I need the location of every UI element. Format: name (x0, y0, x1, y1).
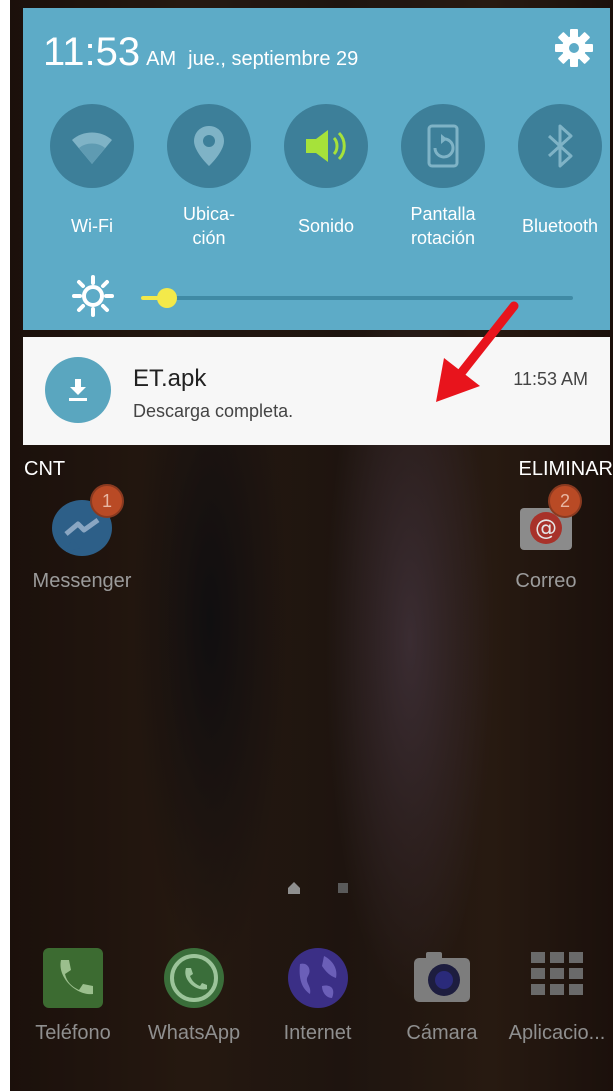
status-clock: 11:53 AM jue., septiembre 29 (43, 30, 358, 75)
annotation-arrow-icon (428, 300, 528, 415)
dock-label-whatsapp: WhatsApp (147, 1022, 241, 1044)
brightness-icon (71, 274, 115, 323)
correo-badge: 2 (548, 484, 582, 518)
dock-label-camera: Cámara (406, 1022, 478, 1044)
clock-date: jue., septiembre 29 (188, 48, 359, 70)
email-icon: @ 2 (510, 484, 582, 562)
toggle-wifi-label: Wi-Fi (71, 216, 113, 236)
apps-grid-icon (521, 942, 593, 1014)
brightness-slider-knob[interactable] (157, 288, 177, 308)
dock-internet[interactable]: Internet (260, 942, 375, 1045)
page-indicator (286, 874, 356, 899)
quick-settings-panel: 11:53 AM jue., septiembre 29 Wi-Fi Ubica… (23, 8, 610, 330)
whatsapp-icon (158, 942, 230, 1014)
home-app-messenger[interactable]: 1 Messenger (22, 484, 142, 593)
rotation-icon (401, 104, 485, 188)
messenger-icon: 1 (46, 484, 124, 562)
bluetooth-icon (518, 104, 602, 188)
correo-label: Correo (515, 570, 577, 592)
dock-phone[interactable]: Teléfono (18, 942, 128, 1045)
messenger-badge: 1 (90, 484, 124, 518)
toggle-sound-label: Sonido (297, 216, 355, 236)
home-app-correo[interactable]: @ 2 Correo (486, 484, 606, 593)
location-icon (167, 104, 251, 188)
globe-icon (282, 942, 354, 1014)
wifi-icon (50, 104, 134, 188)
clock-time: 11:53 (43, 30, 141, 74)
camera-icon (406, 942, 478, 1014)
dock-camera[interactable]: Cámara (386, 942, 498, 1045)
toggle-location-label: Ubica- ción (182, 204, 235, 248)
notification-subtitle: Descarga completa. (133, 401, 294, 421)
toggle-wifi[interactable]: Wi-Fi (37, 104, 147, 250)
toggle-rotation-label: Pantalla rotación (410, 204, 476, 248)
toggle-bluetooth-label: Bluetooth (521, 216, 599, 236)
dock-whatsapp[interactable]: WhatsApp (134, 942, 254, 1045)
toggle-sound[interactable]: Sonido (271, 104, 381, 250)
dock-label-internet: Internet (283, 1022, 352, 1044)
phone-icon (37, 942, 109, 1014)
toggle-location[interactable]: Ubica- ción (154, 104, 264, 250)
download-icon (45, 357, 111, 423)
messenger-label: Messenger (32, 570, 132, 592)
sound-icon (284, 104, 368, 188)
clear-notifications-button[interactable]: ELIMINAR (519, 458, 613, 481)
notification-title: ET.apk (133, 365, 207, 392)
svg-text:@: @ (535, 516, 557, 541)
dock-label-apps: Aplicacio... (508, 1022, 606, 1044)
carrier-label: CNT (24, 458, 66, 480)
dock-label-phone: Teléfono (35, 1022, 111, 1044)
clock-ampm: AM (146, 48, 177, 70)
quick-toggles: Wi-Fi Ubica- ción Sonido Pantalla rotaci… (23, 104, 610, 254)
toggle-bluetooth[interactable]: Bluetooth (505, 104, 613, 250)
home-page-dot-icon (288, 882, 348, 894)
toggle-rotation[interactable]: Pantalla rotación (388, 104, 498, 250)
gear-icon[interactable] (554, 28, 594, 68)
dock-apps[interactable]: Aplicacio... (502, 942, 612, 1045)
phone-screen: 1 Messenger @ 2 Correo Teléfono WhatsApp… (10, 0, 613, 1091)
